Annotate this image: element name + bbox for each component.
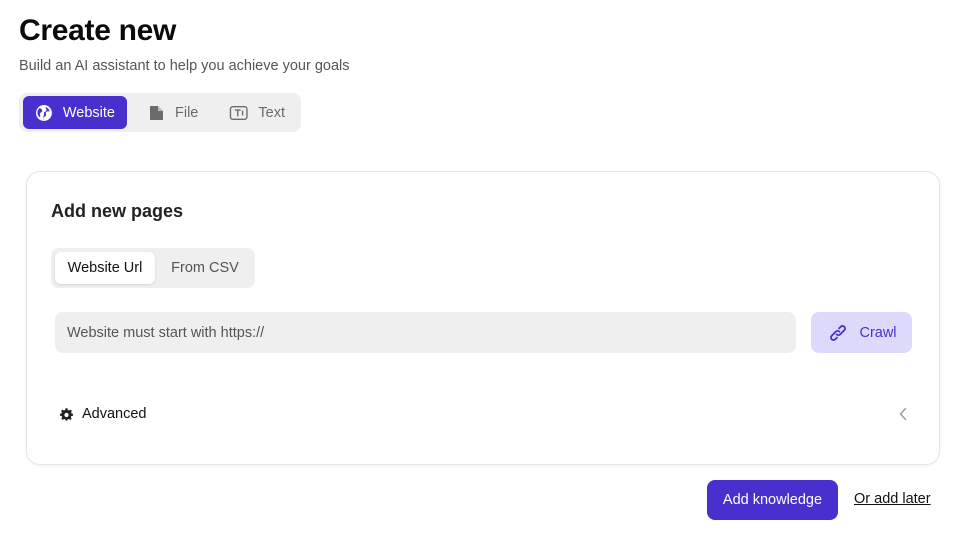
tab-website-url[interactable]: Website Url xyxy=(55,252,155,284)
source-tabs: Website File Text xyxy=(19,93,301,132)
link-icon xyxy=(830,324,847,341)
crawl-button-label: Crawl xyxy=(859,324,897,341)
tab-file[interactable]: File xyxy=(135,96,215,129)
chevron-left-icon[interactable] xyxy=(898,407,908,421)
add-pages-card: Add new pages Website Url From CSV Crawl… xyxy=(26,171,940,465)
crawl-button[interactable]: Crawl xyxy=(811,312,912,353)
tab-text[interactable]: Text xyxy=(217,96,297,129)
card-title: Add new pages xyxy=(51,201,184,221)
add-later-link[interactable]: Or add later xyxy=(854,491,931,507)
page-title: Create new xyxy=(19,14,177,47)
tab-from-csv[interactable]: From CSV xyxy=(159,252,251,284)
advanced-label: Advanced xyxy=(82,406,147,422)
gear-icon xyxy=(60,407,73,421)
mode-tabs: Website Url From CSV xyxy=(51,248,255,288)
file-icon xyxy=(150,105,163,120)
page-subtitle: Build an AI assistant to help you achiev… xyxy=(19,58,350,74)
add-knowledge-button[interactable]: Add knowledge xyxy=(707,480,838,520)
text-icon xyxy=(229,105,248,120)
create-new-page: Create new Build an AI assistant to help… xyxy=(0,0,968,542)
advanced-toggle[interactable]: Advanced xyxy=(60,403,908,425)
globe-icon xyxy=(35,104,52,121)
website-url-input[interactable] xyxy=(55,312,796,353)
tab-website[interactable]: Website xyxy=(23,96,127,129)
tab-website-label: Website xyxy=(62,104,115,121)
tab-text-label: Text xyxy=(258,104,285,121)
tab-file-label: File xyxy=(175,104,199,121)
